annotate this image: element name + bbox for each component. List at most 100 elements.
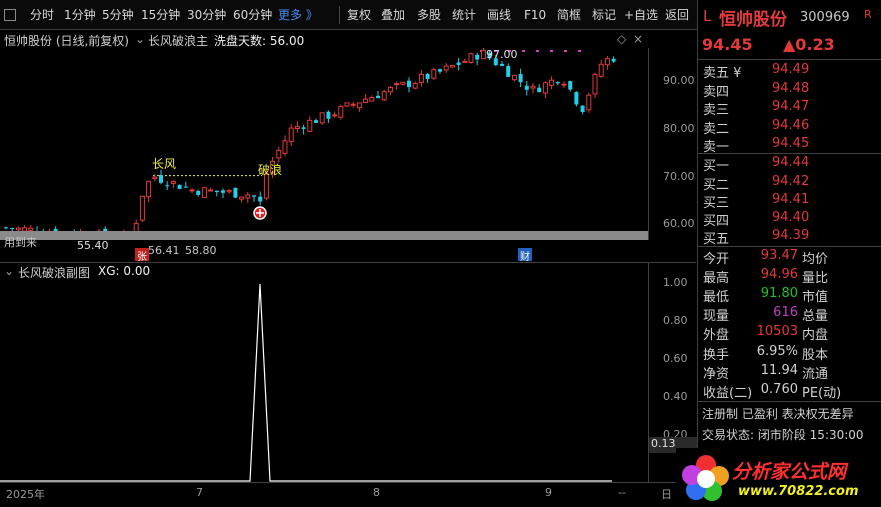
candle xyxy=(425,73,430,84)
sell-row[interactable]: 卖五 ¥ 94.49 xyxy=(698,61,881,81)
candle xyxy=(252,194,256,202)
sub-indicator-chart[interactable] xyxy=(0,280,648,482)
candlestick-chart[interactable]: 用到来 长风 破浪 97.00 55.40 xyxy=(0,47,648,252)
tab-1min[interactable]: 1分钟 xyxy=(64,5,96,25)
candle xyxy=(159,169,163,185)
candle xyxy=(165,181,170,190)
period-day-button[interactable]: 日 xyxy=(661,486,672,502)
price-axis: 90.00 80.00 70.00 60.00 xyxy=(648,48,696,240)
back-button[interactable]: 返回 xyxy=(665,5,689,25)
registration-info: 注册制 已盈利 表决权无差异 xyxy=(702,407,854,421)
tab-30min[interactable]: 30分钟 xyxy=(187,5,226,25)
date-label: 9 xyxy=(545,486,552,499)
tab-5min[interactable]: 5分钟 xyxy=(102,5,134,25)
candle xyxy=(344,102,350,107)
sub-chart-title[interactable]: 长风破浪副图 xyxy=(18,264,90,281)
sell-row[interactable]: 卖一 94.45 xyxy=(698,135,881,155)
draw-line-button[interactable]: 画线 xyxy=(487,5,511,25)
stat-value: 10503 xyxy=(756,324,798,339)
stat-row: 最低 91.80 市值 xyxy=(698,285,881,305)
fuquan-button[interactable]: 复权 xyxy=(347,5,371,25)
close-icon[interactable]: × xyxy=(633,32,643,46)
candle xyxy=(201,186,207,198)
event-cai-marker[interactable]: 财 xyxy=(518,248,532,263)
add-favorite-button[interactable]: +自选 xyxy=(624,5,658,25)
buy-row[interactable]: 买五 94.39 xyxy=(698,227,881,247)
candle xyxy=(456,58,461,71)
logo-url: www.70822.com xyxy=(738,484,859,499)
candle xyxy=(221,188,225,199)
tab-fenshi[interactable]: 分时 xyxy=(30,5,54,25)
stat-label: 最低 xyxy=(703,290,730,305)
trade-status: 交易状态: 闭市阶段 15:30:00 xyxy=(702,428,864,442)
r-flag: R xyxy=(864,8,872,21)
sub-indicator-svg[interactable] xyxy=(0,280,648,482)
candle xyxy=(356,102,362,112)
tab-15min[interactable]: 15分钟 xyxy=(141,5,180,25)
chevron-down-icon[interactable]: ⌄ xyxy=(135,32,145,46)
sell-row[interactable]: 卖三 94.47 xyxy=(698,98,881,118)
candlestick-svg[interactable] xyxy=(0,47,648,246)
buy-row[interactable]: 买二 94.42 xyxy=(698,173,881,193)
candle xyxy=(518,68,523,88)
candle xyxy=(475,52,480,66)
order-label: 卖五 ¥ xyxy=(703,66,742,81)
panel-divider xyxy=(698,401,881,402)
simple-frame-button[interactable]: 简框 xyxy=(557,5,581,25)
f10-button[interactable]: F10 xyxy=(524,5,546,25)
multi-stock-button[interactable]: 多股 xyxy=(417,5,441,25)
candle xyxy=(555,81,560,86)
stock-label: 恒帅股份 (日线,前复权) xyxy=(4,34,129,48)
candle xyxy=(537,84,542,93)
candle xyxy=(376,90,380,99)
chevron-down-icon[interactable]: ⌄ xyxy=(4,264,14,278)
candle xyxy=(549,76,555,90)
event-zhang-marker[interactable]: 张 xyxy=(135,248,149,263)
diamond-icon[interactable]: ◇ xyxy=(617,32,626,46)
order-label: 买五 xyxy=(703,232,730,247)
stat-label-2: 内盘 xyxy=(802,328,829,343)
stat-label-2: PE(动) xyxy=(802,386,842,401)
candle xyxy=(245,191,251,204)
sub-tick: 1.00 xyxy=(663,276,688,289)
candle xyxy=(282,135,288,157)
candle xyxy=(443,63,449,73)
candle xyxy=(208,187,214,192)
stat-value: 91.80 xyxy=(760,286,798,301)
low-price-label: 55.40 xyxy=(77,239,109,252)
buy-row[interactable]: 买一 94.44 xyxy=(698,154,881,174)
stat-row: 最高 94.96 量比 xyxy=(698,266,881,286)
indicator-name[interactable]: 长风破浪主 xyxy=(148,32,208,49)
window-square-icon[interactable] xyxy=(4,9,16,21)
candle xyxy=(239,196,245,203)
stat-value: 616 xyxy=(773,305,798,320)
panel-divider xyxy=(698,59,881,60)
nav-dash-button[interactable]: -- xyxy=(618,486,626,499)
buy-row[interactable]: 买三 94.41 xyxy=(698,191,881,211)
buy-signal-icon[interactable] xyxy=(253,206,267,220)
candle xyxy=(431,67,437,81)
buy-row[interactable]: 买四 94.40 xyxy=(698,209,881,229)
sell-row[interactable]: 卖四 94.48 xyxy=(698,80,881,100)
stock-name[interactable]: 恒帅股份 xyxy=(719,5,787,30)
order-price: 94.39 xyxy=(772,228,810,243)
date-label: 8 xyxy=(373,486,380,499)
sub-chart-value: XG: 0.00 xyxy=(98,264,151,278)
stats-button[interactable]: 统计 xyxy=(452,5,476,25)
price-tick: 70.00 xyxy=(663,170,695,183)
quote-header: L 恒帅股份 300969 R xyxy=(698,0,881,30)
candle xyxy=(438,68,442,74)
logo-title: 分析家公式网 xyxy=(732,461,847,483)
candle xyxy=(177,184,182,190)
tab-60min[interactable]: 60分钟 xyxy=(233,5,272,25)
date-axis[interactable]: 2025年 7 8 9 -- 日 xyxy=(0,482,696,507)
sell-row[interactable]: 卖二 94.46 xyxy=(698,117,881,137)
tab-more[interactable]: 更多 》 xyxy=(278,5,318,25)
overlay-button[interactable]: 叠加 xyxy=(381,5,405,25)
stat-label: 外盘 xyxy=(703,328,730,343)
candle xyxy=(146,180,152,203)
mark-button[interactable]: 标记 xyxy=(592,5,616,25)
candle xyxy=(592,72,598,99)
stat-value: 0.760 xyxy=(760,382,798,397)
candle xyxy=(301,124,306,135)
